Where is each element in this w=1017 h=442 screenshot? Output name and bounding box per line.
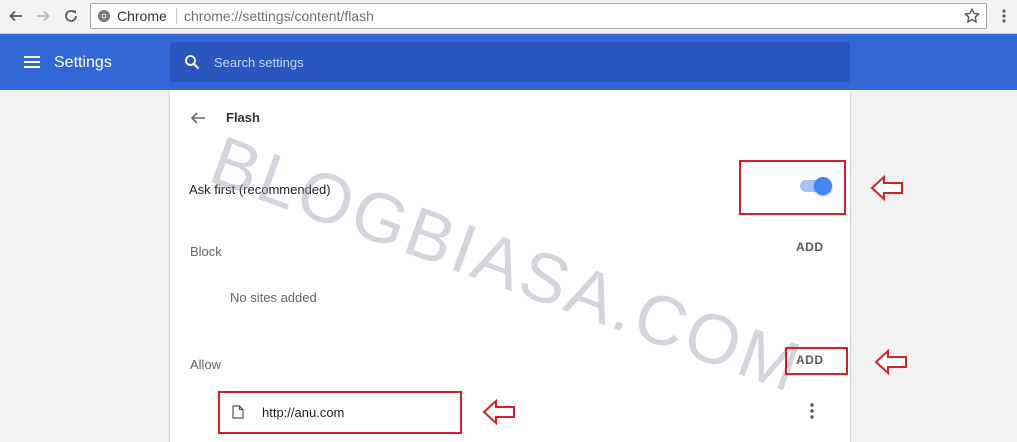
address-site-name: Chrome — [117, 8, 167, 24]
page-title: Flash — [226, 110, 260, 125]
annotation-box-site — [218, 391, 462, 434]
block-empty-text: No sites added — [230, 290, 317, 305]
annotation-arrow-icon — [482, 399, 515, 425]
back-arrow-icon[interactable] — [5, 5, 27, 27]
address-separator — [176, 8, 177, 24]
search-icon — [185, 55, 200, 70]
annotation-arrow-icon — [870, 175, 903, 201]
annotation-box-add — [785, 347, 848, 375]
search-box[interactable] — [170, 42, 850, 82]
browser-toolbar: Chrome chrome://settings/content/flash — [0, 0, 1017, 34]
search-input[interactable] — [214, 52, 814, 72]
block-label: Block — [190, 244, 222, 259]
settings-header: Settings — [0, 34, 1017, 90]
block-add-button[interactable]: ADD — [796, 240, 824, 254]
settings-title: Settings — [54, 54, 112, 71]
back-arrow-icon[interactable] — [190, 110, 206, 126]
reload-icon[interactable] — [60, 5, 82, 27]
forward-arrow-icon[interactable] — [32, 5, 54, 27]
more-actions-icon[interactable] — [806, 402, 818, 420]
address-bar[interactable]: Chrome chrome://settings/content/flash — [90, 3, 987, 29]
allow-label: Allow — [190, 357, 222, 372]
star-icon[interactable] — [963, 7, 981, 25]
annotation-box-toggle — [739, 160, 846, 215]
kebab-menu-icon[interactable] — [993, 5, 1015, 27]
hamburger-menu-icon[interactable] — [24, 55, 40, 69]
annotation-arrow-icon — [874, 349, 907, 375]
address-url[interactable]: chrome://settings/content/flash — [184, 8, 374, 25]
chrome-page-icon — [98, 10, 110, 22]
flash-settings-card: Flash Ask first (recommended) Block ADD … — [170, 90, 850, 442]
ask-first-label: Ask first (recommended) — [189, 182, 331, 197]
